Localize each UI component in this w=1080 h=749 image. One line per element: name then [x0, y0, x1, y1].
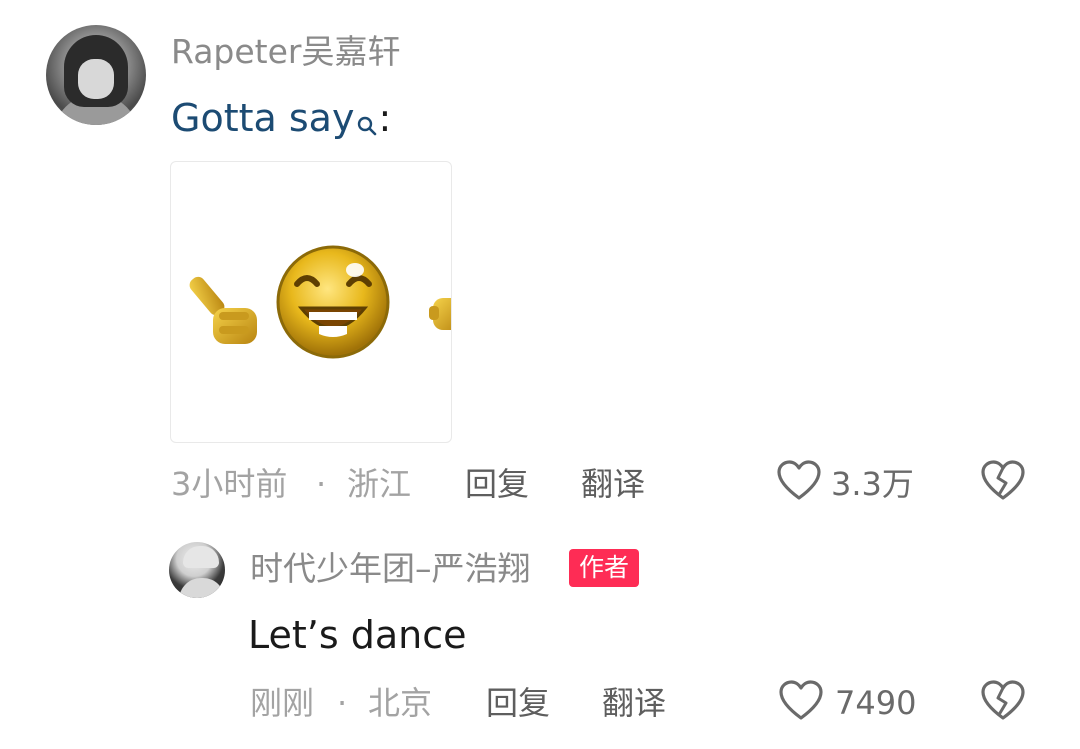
meta-separator: · [337, 684, 348, 722]
reply-button[interactable]: 回复 [465, 462, 529, 506]
reply-button[interactable]: 回复 [486, 681, 550, 725]
comment-username[interactable]: Rapeter吴嘉轩 [171, 30, 401, 74]
search-icon[interactable] [356, 100, 378, 148]
translate-button[interactable]: 翻译 [581, 462, 645, 506]
reply-text: Let’s dance [248, 613, 467, 657]
meta-separator: · [316, 465, 327, 503]
search-keyword-link[interactable]: Gotta say [171, 96, 354, 140]
comment-text: Gotta say: [171, 94, 391, 148]
comment-time: 3小时前 [171, 465, 288, 503]
broken-heart-icon[interactable] [980, 458, 1026, 504]
like-count: 3.3万 [831, 465, 914, 503]
reply-location: 北京 [368, 684, 433, 722]
translate-button[interactable]: 翻译 [602, 681, 666, 725]
broken-heart-icon[interactable] [980, 678, 1026, 724]
reply-username[interactable]: 时代少年团–严浩翔 [250, 547, 531, 591]
reply-avatar[interactable] [169, 542, 225, 598]
heart-outline-icon[interactable] [778, 678, 824, 724]
sticker-image[interactable] [170, 161, 452, 443]
comment-location: 浙江 [347, 465, 412, 503]
like-count: 7490 [835, 684, 917, 722]
comment-text-suffix: : [378, 96, 392, 140]
heart-outline-icon[interactable] [776, 458, 822, 504]
reply-time: 刚刚 [250, 684, 315, 722]
author-badge: 作者 [569, 549, 640, 587]
avatar[interactable] [46, 25, 146, 125]
